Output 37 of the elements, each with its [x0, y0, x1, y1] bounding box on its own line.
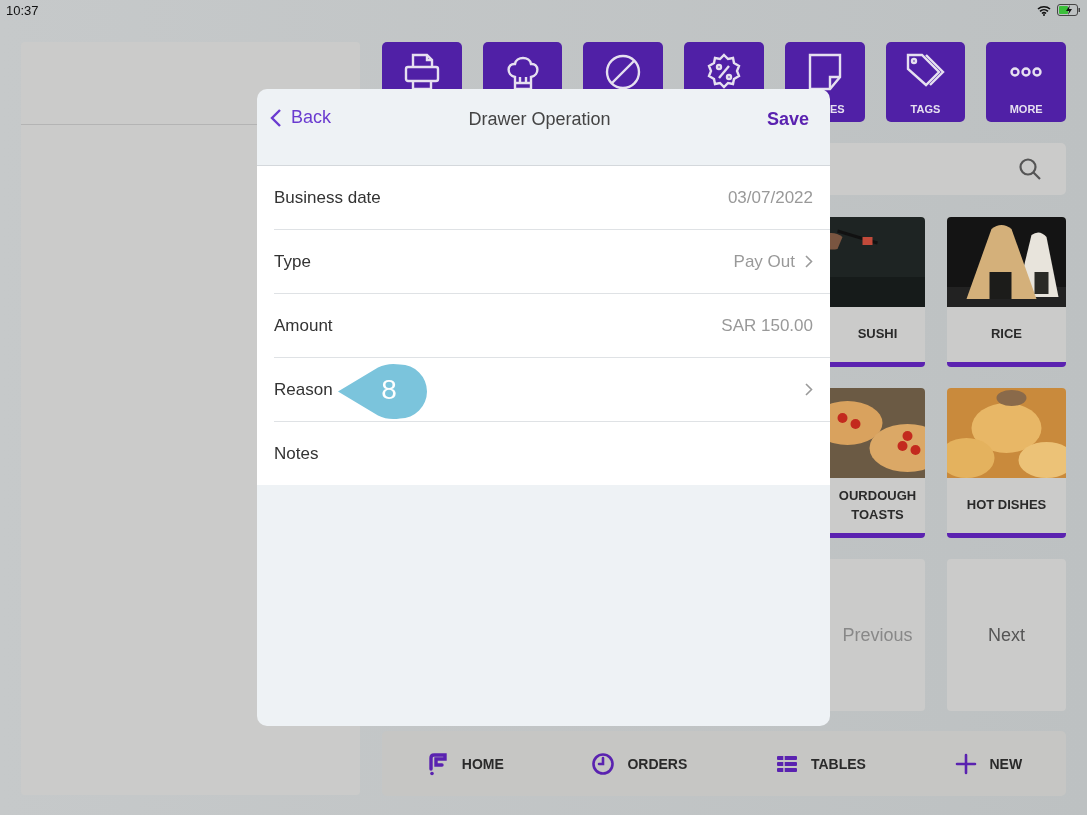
next-button[interactable]: Next: [947, 559, 1066, 711]
category-name: SUSHI: [856, 325, 899, 344]
field-label: Business date: [274, 187, 381, 208]
more-button[interactable]: MORE: [986, 42, 1067, 122]
orders-tab[interactable]: ORDERS: [587, 747, 692, 780]
tables-tab[interactable]: TABLES: [770, 747, 870, 780]
category-name: HOT DISHES: [965, 496, 1048, 515]
form-row[interactable]: Type Pay Out: [274, 230, 830, 294]
field-label: Amount: [274, 315, 333, 336]
form-row[interactable]: Amount SAR 150.00: [274, 294, 830, 358]
battery-icon: [1057, 4, 1081, 16]
field-label: Notes: [274, 443, 319, 464]
category-card[interactable]: RICE: [947, 217, 1066, 367]
form-row[interactable]: Notes: [274, 422, 830, 485]
wifi-icon: [1037, 4, 1051, 16]
status-time: 10:37: [6, 2, 39, 18]
callout-badge: 8: [338, 363, 428, 420]
new-tab[interactable]: NEW: [949, 747, 1027, 780]
chevron-left-icon: [270, 107, 282, 128]
clock-icon: [591, 751, 616, 776]
category-card[interactable]: HOT DISHES: [947, 388, 1066, 538]
category-card[interactable]: SUSHI: [830, 217, 925, 367]
plus-icon: [953, 751, 978, 776]
field-value: Pay Out: [733, 251, 795, 272]
field-label: Reason: [274, 379, 333, 400]
field-value: SAR 150.00: [721, 315, 813, 336]
dialog-title: Drawer Operation: [468, 109, 611, 130]
category-name: OURDOUGH TOASTS: [837, 487, 918, 524]
category-card[interactable]: OURDOUGH TOASTS: [830, 388, 925, 538]
field-value: 03/07/2022: [727, 187, 813, 208]
search-icon: [1018, 157, 1042, 181]
back-button[interactable]: Back: [270, 107, 332, 128]
field-label: Type: [274, 251, 311, 272]
form-row[interactable]: Business date 03/07/2022: [274, 166, 830, 230]
category-name: RICE: [989, 325, 1024, 344]
tags-button[interactable]: TAGS: [885, 42, 966, 122]
home-tab[interactable]: HOME: [421, 747, 508, 780]
